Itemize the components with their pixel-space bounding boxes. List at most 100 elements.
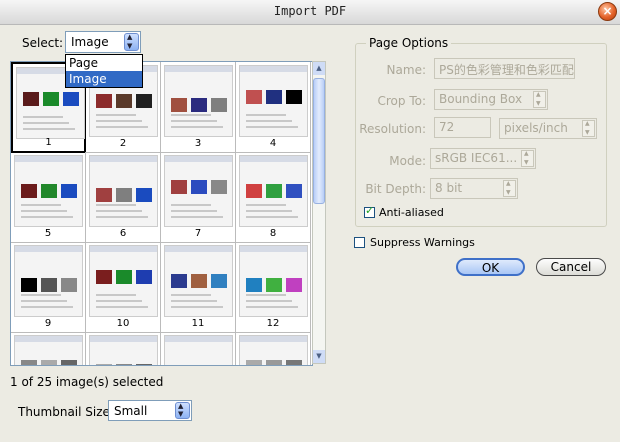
close-button[interactable]: × — [598, 2, 617, 21]
option-image[interactable]: Image — [66, 71, 142, 87]
thumbnail-swatch — [211, 274, 227, 288]
thumbnail-text-line — [23, 116, 63, 118]
thumbnail-text-line — [96, 204, 136, 206]
name-value: PS的色彩管理和色彩匹配 — [439, 63, 574, 77]
crop-to-label: Crop To: — [377, 94, 427, 108]
ok-button[interactable]: OK — [456, 258, 525, 276]
thumbnail-text-line — [96, 120, 142, 122]
thumbnail-swatch — [96, 270, 112, 284]
thumbnail-header — [240, 336, 307, 342]
thumbnail-swatch — [41, 360, 57, 365]
suppress-warnings-checkbox[interactable] — [354, 237, 365, 248]
thumbnail-swatch — [246, 184, 262, 198]
thumbnail-swatch — [96, 188, 112, 202]
name-field[interactable]: PS的色彩管理和色彩匹配 — [434, 58, 575, 79]
thumbnail-size-select[interactable]: Small — [108, 400, 192, 421]
thumbnail-cell[interactable]: 7 — [161, 152, 236, 243]
thumbnail-header — [165, 156, 232, 162]
thumbnail-image — [164, 245, 233, 317]
thumbnail-swatch — [21, 184, 37, 198]
thumbnail-text-line — [246, 114, 286, 116]
dropdown-arrow-icon — [521, 150, 534, 167]
vertical-scrollbar[interactable]: ▲ ▼ — [312, 61, 326, 364]
select-options-list: Page Image — [65, 54, 143, 88]
thumbnail-header — [165, 66, 232, 72]
thumbnail-text-line — [96, 300, 142, 302]
thumbnail-text-line — [246, 294, 286, 296]
thumbnail-cell[interactable]: 8 — [236, 152, 311, 243]
thumbnail-text-line — [171, 216, 223, 218]
thumbnail-image — [164, 155, 233, 227]
thumbnail-text-line — [96, 294, 136, 296]
bit-depth-select[interactable]: 8 bit — [430, 178, 518, 199]
anti-aliased-checkbox[interactable] — [364, 204, 375, 218]
thumbnail-cell[interactable] — [161, 332, 236, 365]
thumbnail-text-line — [171, 306, 223, 308]
thumbnail-swatch — [96, 364, 112, 365]
thumbnail-grid[interactable]: 1 2 3 4 5 6 7 8 9 10 11 12 — [10, 61, 313, 366]
thumbnail-header — [240, 156, 307, 162]
thumbnail-cell[interactable]: 3 — [161, 62, 236, 153]
option-page[interactable]: Page — [66, 55, 142, 71]
thumbnail-swatch — [41, 184, 57, 198]
scroll-down-icon[interactable]: ▼ — [313, 350, 325, 363]
dropdown-arrow-icon — [533, 91, 546, 108]
thumbnail-swatch — [43, 92, 59, 106]
thumbnail-text-line — [171, 300, 217, 302]
thumbnail-text-line — [96, 114, 136, 116]
thumbnail-cell[interactable]: 9 — [11, 242, 86, 333]
thumbnail-swatch — [136, 270, 152, 284]
scroll-thumb[interactable] — [313, 78, 325, 204]
scroll-up-icon[interactable]: ▲ — [313, 62, 325, 75]
thumbnail-number: 1 — [45, 137, 52, 148]
thumbnail-number: 12 — [266, 318, 280, 329]
thumbnail-text-line — [96, 216, 148, 218]
resolution-unit-value: pixels/inch — [504, 121, 568, 135]
crop-to-select[interactable]: Bounding Box — [434, 89, 548, 110]
mode-select[interactable]: sRGB IEC61... — [430, 148, 536, 169]
selection-status: 1 of 25 image(s) selected — [10, 375, 164, 389]
thumbnail-header — [90, 246, 157, 252]
thumbnail-swatch — [96, 94, 112, 108]
thumbnail-cell[interactable]: 6 — [86, 152, 161, 243]
thumbnail-cell[interactable]: 10 — [86, 242, 161, 333]
thumbnail-header — [90, 336, 157, 342]
thumbnail-text-line — [23, 128, 75, 130]
resolution-field[interactable]: 72 — [434, 117, 491, 138]
thumbnail-header — [165, 336, 232, 342]
thumbnail-number: 7 — [194, 228, 202, 239]
thumbnail-text-line — [21, 306, 73, 308]
thumbnail-cell[interactable]: 5 — [11, 152, 86, 243]
thumbnail-cell[interactable]: 11 — [161, 242, 236, 333]
thumbnail-cell[interactable]: 4 — [236, 62, 311, 153]
thumbnail-image — [89, 335, 158, 365]
cancel-button[interactable]: Cancel — [536, 258, 606, 276]
thumbnail-swatch — [61, 184, 77, 198]
select-dropdown[interactable]: Image — [65, 31, 141, 53]
resolution-value: 72 — [439, 120, 455, 134]
thumbnail-text-line — [246, 126, 298, 128]
thumbnail-number: 8 — [269, 228, 277, 239]
thumbnail-swatch — [191, 98, 207, 112]
thumbnail-cell[interactable] — [236, 332, 311, 365]
thumbnail-swatch — [286, 360, 302, 365]
thumbnail-cell[interactable]: 12 — [236, 242, 311, 333]
close-icon: × — [602, 4, 613, 18]
thumbnail-swatch — [116, 270, 132, 284]
thumbnail-text-line — [246, 216, 298, 218]
thumbnail-text-line — [246, 120, 292, 122]
thumbnail-header — [165, 246, 232, 252]
thumbnail-image — [14, 245, 83, 317]
thumbnail-swatch — [171, 274, 187, 288]
thumbnail-cell[interactable] — [11, 332, 86, 365]
thumbnail-text-line — [171, 126, 223, 128]
thumbnail-image — [164, 65, 233, 137]
crop-to-value: Bounding Box — [439, 92, 523, 106]
thumbnail-cell[interactable] — [86, 332, 161, 365]
thumbnail-text-line — [171, 210, 217, 212]
thumbnail-number: 2 — [119, 138, 127, 149]
thumbnail-text-line — [171, 294, 211, 296]
thumbnail-swatch — [246, 360, 262, 365]
thumbnail-swatch — [246, 90, 262, 104]
resolution-unit-select[interactable]: pixels/inch — [499, 118, 597, 139]
